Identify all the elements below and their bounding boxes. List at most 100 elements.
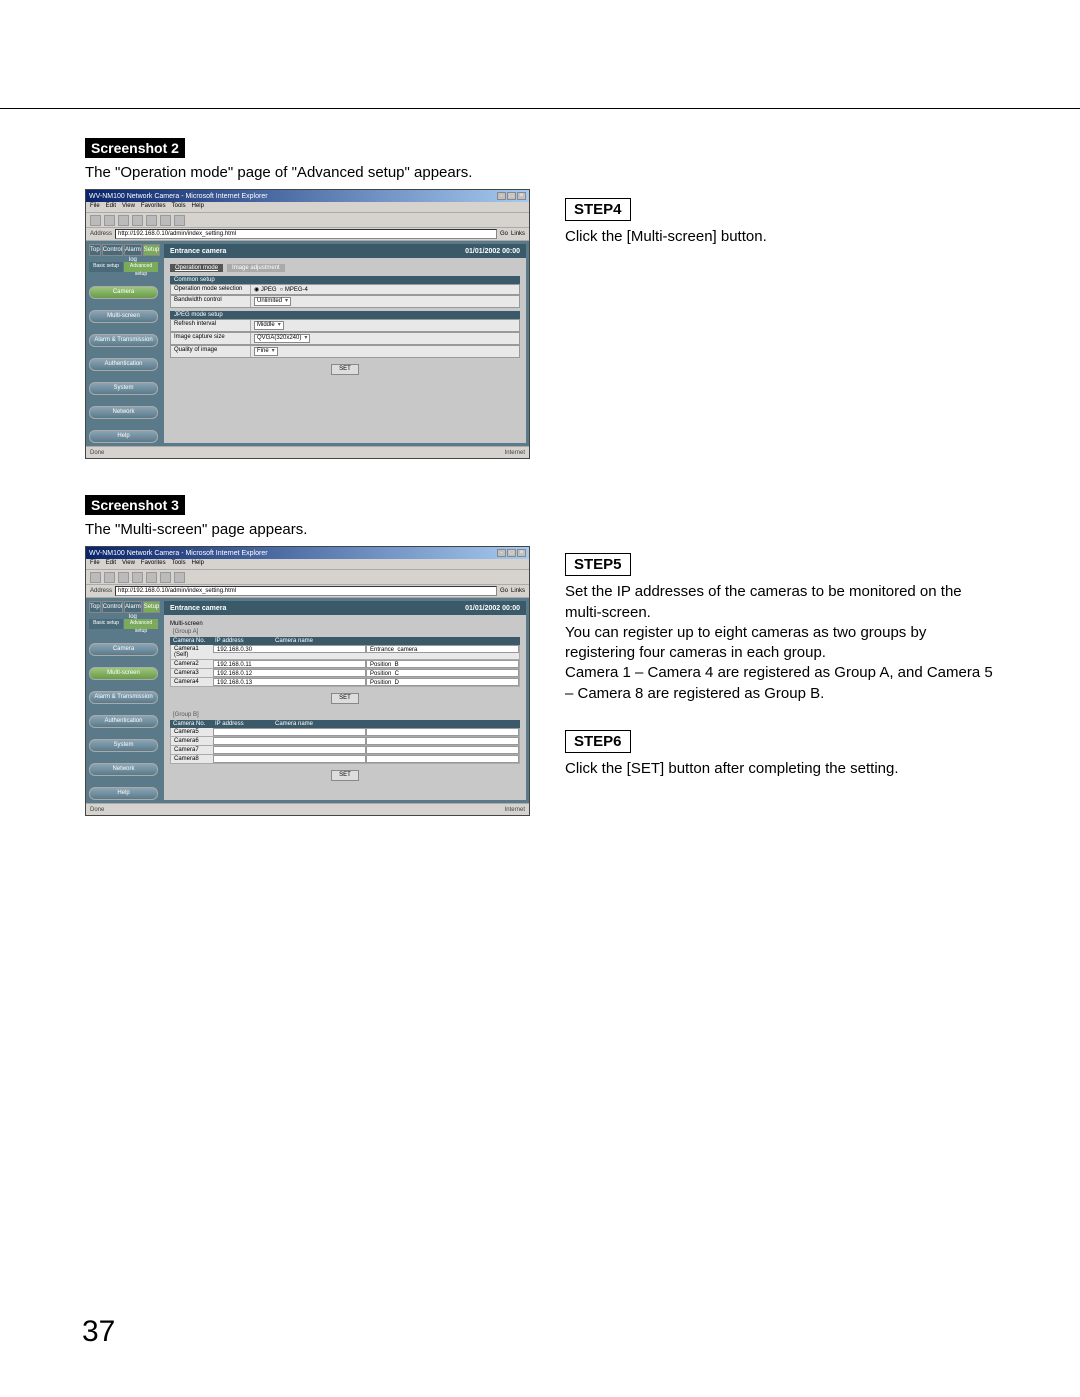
subtab-basic[interactable]: Basic setup bbox=[89, 262, 123, 272]
menu-view[interactable]: View bbox=[122, 203, 135, 211]
menu-edit[interactable]: Edit bbox=[106, 203, 116, 211]
menu-help[interactable]: Help bbox=[192, 203, 204, 211]
forward-icon[interactable] bbox=[104, 572, 115, 583]
menu-file[interactable]: File bbox=[90, 560, 100, 568]
name-input[interactable] bbox=[366, 728, 519, 736]
radio-mpeg4[interactable]: MPEG-4 bbox=[280, 287, 308, 293]
set-button[interactable]: SET bbox=[331, 364, 359, 375]
sidebar-item-help[interactable]: Help bbox=[89, 430, 158, 443]
window-buttons: -□× bbox=[496, 192, 526, 200]
sidebar-item-auth[interactable]: Authentication bbox=[89, 715, 158, 728]
stop-icon[interactable] bbox=[118, 572, 129, 583]
sidebar-item-alarm[interactable]: Alarm & Transmission bbox=[89, 691, 158, 704]
radio-jpeg[interactable]: JPEG bbox=[254, 286, 277, 293]
forward-icon[interactable] bbox=[104, 215, 115, 226]
sidebar-item-help[interactable]: Help bbox=[89, 787, 158, 800]
ip-input[interactable]: 192.168.0.13 bbox=[213, 678, 366, 686]
menu-favorites[interactable]: Favorites bbox=[141, 560, 166, 568]
address-input[interactable]: http://192.168.0.10/admin/index_setting.… bbox=[115, 586, 497, 596]
subtab-basic[interactable]: Basic setup bbox=[89, 619, 123, 629]
select-size[interactable]: QVGA(320x240) bbox=[254, 334, 310, 343]
minimize-icon[interactable]: - bbox=[497, 549, 506, 557]
name-input[interactable] bbox=[366, 737, 519, 745]
name-input[interactable]: Position_D bbox=[366, 678, 519, 686]
tab-top[interactable]: Top bbox=[89, 601, 101, 613]
ie-address-bar-3: Address http://192.168.0.10/admin/index_… bbox=[86, 585, 529, 598]
app-sidebar: Top Control Alarm log Setup Basic setup … bbox=[86, 241, 161, 446]
home-icon[interactable] bbox=[146, 215, 157, 226]
ip-input[interactable] bbox=[213, 746, 366, 754]
name-input[interactable]: Entrance_camera bbox=[366, 645, 519, 653]
go-button[interactable]: Go bbox=[500, 588, 508, 594]
header-date: 01/01/2002 00:00 bbox=[465, 605, 520, 612]
select-quality[interactable]: Fine bbox=[254, 347, 278, 356]
go-button[interactable]: Go bbox=[500, 231, 508, 237]
stop-icon[interactable] bbox=[118, 215, 129, 226]
tab-control[interactable]: Control bbox=[102, 244, 123, 256]
tab-top[interactable]: Top bbox=[89, 244, 101, 256]
minitab-opmode[interactable]: Operation mode bbox=[170, 264, 223, 272]
menu-tools[interactable]: Tools bbox=[172, 560, 186, 568]
step4-label: STEP4 bbox=[565, 198, 631, 221]
favorites-icon[interactable] bbox=[174, 572, 185, 583]
ip-input[interactable] bbox=[213, 755, 366, 763]
menu-help[interactable]: Help bbox=[192, 560, 204, 568]
menu-edit[interactable]: Edit bbox=[106, 560, 116, 568]
minitab-imgadj[interactable]: Image adjustment bbox=[227, 264, 285, 272]
search-icon[interactable] bbox=[160, 572, 171, 583]
back-icon[interactable] bbox=[90, 215, 101, 226]
select-refresh[interactable]: Middle bbox=[254, 321, 284, 330]
sidebar-item-system[interactable]: System bbox=[89, 382, 158, 395]
select-bandwidth[interactable]: Unlimited bbox=[254, 297, 291, 306]
tab-setup[interactable]: Setup bbox=[143, 601, 161, 613]
ie-address-bar: Address http://192.168.0.10/admin/index_… bbox=[86, 228, 529, 241]
sidebar-item-auth[interactable]: Authentication bbox=[89, 358, 158, 371]
screenshot2-caption: The "Operation mode" page of "Advanced s… bbox=[85, 164, 530, 181]
menu-file[interactable]: File bbox=[90, 203, 100, 211]
header-date: 01/01/2002 00:00 bbox=[465, 248, 520, 255]
ip-input[interactable] bbox=[213, 728, 366, 736]
tab-alarmlog[interactable]: Alarm log bbox=[124, 244, 142, 256]
favorites-icon[interactable] bbox=[174, 215, 185, 226]
address-input[interactable]: http://192.168.0.10/admin/index_setting.… bbox=[115, 229, 497, 239]
menu-view[interactable]: View bbox=[122, 560, 135, 568]
ip-input[interactable]: 192.168.0.11 bbox=[213, 660, 366, 668]
subtab-advanced[interactable]: Advanced setup bbox=[124, 619, 158, 629]
ip-input[interactable]: 192.168.0.12 bbox=[213, 669, 366, 677]
subtab-advanced[interactable]: Advanced setup bbox=[124, 262, 158, 272]
refresh-icon[interactable] bbox=[132, 215, 143, 226]
menu-favorites[interactable]: Favorites bbox=[141, 203, 166, 211]
set-button-a[interactable]: SET bbox=[331, 693, 359, 704]
table-row: Camera8 bbox=[170, 755, 520, 764]
maximize-icon[interactable]: □ bbox=[507, 192, 516, 200]
name-input[interactable]: Position_C bbox=[366, 669, 519, 677]
tab-setup[interactable]: Setup bbox=[143, 244, 161, 256]
sidebar-item-system[interactable]: System bbox=[89, 739, 158, 752]
sidebar-item-multiscreen[interactable]: Multi-screen bbox=[89, 310, 158, 323]
maximize-icon[interactable]: □ bbox=[507, 549, 516, 557]
close-icon[interactable]: × bbox=[517, 192, 526, 200]
sidebar-item-alarm[interactable]: Alarm & Transmission bbox=[89, 334, 158, 347]
set-button-b[interactable]: SET bbox=[331, 770, 359, 781]
ip-input[interactable]: 192.168.0.30 bbox=[213, 645, 366, 653]
ip-input[interactable] bbox=[213, 737, 366, 745]
menu-tools[interactable]: Tools bbox=[172, 203, 186, 211]
sidebar-item-network[interactable]: Network bbox=[89, 406, 158, 419]
sidebar-item-camera[interactable]: Camera bbox=[89, 643, 158, 656]
back-icon[interactable] bbox=[90, 572, 101, 583]
tab-control[interactable]: Control bbox=[102, 601, 123, 613]
status-internet: Internet bbox=[505, 807, 525, 813]
name-input[interactable]: Position_B bbox=[366, 660, 519, 668]
sidebar-item-network[interactable]: Network bbox=[89, 763, 158, 776]
name-input[interactable] bbox=[366, 755, 519, 763]
home-icon[interactable] bbox=[146, 572, 157, 583]
name-input[interactable] bbox=[366, 746, 519, 754]
tab-alarmlog[interactable]: Alarm log bbox=[124, 601, 142, 613]
search-icon[interactable] bbox=[160, 215, 171, 226]
ie-title-text-3: WV-NM100 Network Camera - Microsoft Inte… bbox=[89, 550, 268, 557]
sidebar-item-camera[interactable]: Camera bbox=[89, 286, 158, 299]
close-icon[interactable]: × bbox=[517, 549, 526, 557]
sidebar-item-multiscreen[interactable]: Multi-screen bbox=[89, 667, 158, 680]
minimize-icon[interactable]: - bbox=[497, 192, 506, 200]
refresh-icon[interactable] bbox=[132, 572, 143, 583]
